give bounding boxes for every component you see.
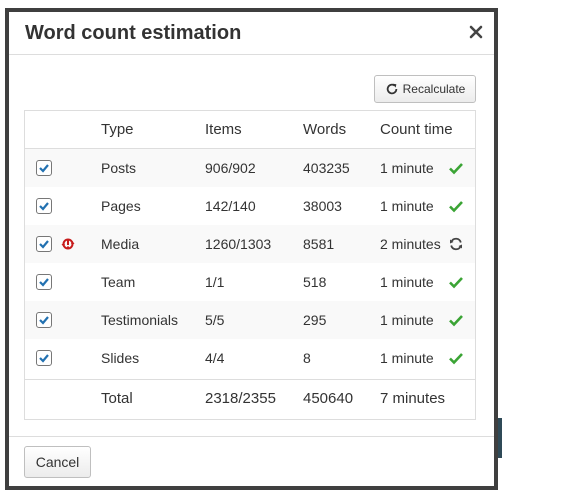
row-words: 295 — [303, 312, 327, 328]
row-type: Slides — [101, 350, 140, 366]
table-row: Slides 4/4 8 1 minute — [25, 339, 475, 377]
row-words: 518 — [303, 274, 327, 290]
check-icon — [449, 315, 463, 327]
row-type: Team — [101, 274, 136, 290]
row-words: 38003 — [303, 198, 342, 214]
row-items: 1260/1303 — [205, 236, 272, 252]
word-count-dialog: Word count estimation Recalculate Type I — [5, 8, 498, 490]
row-items: 1/1 — [205, 274, 225, 290]
row-time: 2 minutes — [380, 236, 441, 252]
column-header-words: Words — [303, 121, 347, 138]
row-type: Posts — [101, 160, 137, 176]
row-checkbox-testimonials[interactable] — [36, 312, 52, 328]
dialog-body: Word count estimation Recalculate Type I — [9, 12, 494, 486]
check-icon — [449, 353, 463, 365]
row-type: Testimonials — [101, 312, 179, 328]
cancel-button[interactable]: Cancel — [24, 446, 91, 478]
table-row: Media 1260/1303 8581 2 minutes — [25, 225, 475, 263]
row-checkbox-media[interactable] — [36, 236, 52, 252]
refresh-icon — [450, 237, 462, 251]
row-time: 1 minute — [380, 312, 434, 328]
row-checkbox-posts[interactable] — [36, 160, 52, 176]
row-type: Media — [101, 236, 140, 252]
table-row: Posts 906/902 403235 1 minute — [25, 149, 475, 187]
close-icon — [469, 25, 483, 39]
row-checkbox-team[interactable] — [36, 274, 52, 290]
row-items: 4/4 — [205, 350, 225, 366]
warning-icon — [61, 238, 75, 250]
row-words: 403235 — [303, 160, 350, 176]
close-button[interactable] — [467, 23, 485, 41]
row-items: 142/140 — [205, 198, 256, 214]
row-items: 906/902 — [205, 160, 256, 176]
table-row: Team 1/1 518 1 minute — [25, 263, 475, 301]
page: Word count estimation Recalculate Type I — [0, 0, 565, 497]
column-header-count-time: Count time — [380, 121, 453, 138]
total-label: Total — [101, 390, 133, 407]
checkmark-icon — [39, 316, 49, 325]
recalculate-label: Recalculate — [402, 82, 466, 96]
checkmark-icon — [39, 202, 49, 211]
row-words: 8581 — [303, 236, 335, 252]
check-icon — [449, 277, 463, 289]
row-type: Pages — [101, 198, 141, 214]
row-time: 1 minute — [380, 160, 434, 176]
total-words: 450640 — [303, 390, 354, 407]
table-header-row: Type Items Words Count time — [25, 111, 475, 149]
column-header-items: Items — [205, 121, 242, 138]
dialog-header: Word count estimation — [9, 12, 494, 55]
checkmark-icon — [39, 354, 49, 363]
row-words: 8 — [303, 350, 311, 366]
table-row: Testimonials 5/5 295 1 minute — [25, 301, 475, 339]
column-header-type: Type — [101, 121, 134, 138]
row-time: 1 minute — [380, 350, 434, 366]
row-items: 5/5 — [205, 312, 225, 328]
checkmark-icon — [39, 240, 49, 249]
total-items: 2318/2355 — [205, 390, 276, 407]
total-time: 7 minutes — [380, 390, 446, 407]
check-icon — [449, 163, 463, 175]
row-checkbox-slides[interactable] — [36, 350, 52, 366]
table-total-row: Total 2318/2355 450640 7 minutes — [25, 379, 475, 419]
dialog-title: Word count estimation — [25, 22, 242, 44]
checkmark-icon — [39, 278, 49, 287]
table-row: Pages 142/140 38003 1 minute — [25, 187, 475, 225]
row-checkbox-pages[interactable] — [36, 198, 52, 214]
row-time: 1 minute — [380, 274, 434, 290]
row-time: 1 minute — [380, 198, 434, 214]
recalculate-button[interactable]: Recalculate — [374, 75, 476, 103]
refresh-icon — [386, 83, 397, 95]
checkmark-icon — [39, 164, 49, 173]
check-icon — [449, 201, 463, 213]
dialog-footer: Cancel — [9, 436, 494, 486]
word-count-table: Type Items Words Count time Posts 906/90… — [24, 110, 476, 420]
